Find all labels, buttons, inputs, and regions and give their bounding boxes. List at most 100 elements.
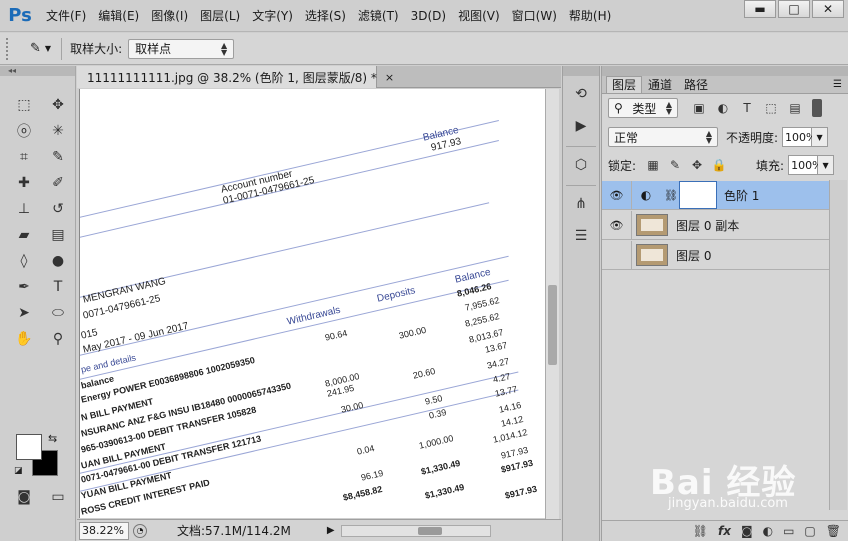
vertical-scrollbar[interactable] bbox=[545, 89, 559, 519]
filter-shape-icon[interactable]: ⬚ bbox=[762, 99, 780, 117]
history-icon[interactable]: ⟲ bbox=[566, 80, 596, 108]
new-layer-icon[interactable]: ▢ bbox=[804, 524, 815, 538]
panel-collapse-handle[interactable] bbox=[602, 66, 848, 76]
vertical-scroll-thumb[interactable] bbox=[548, 285, 557, 365]
panel-menu-icon[interactable]: ☰ bbox=[833, 79, 842, 90]
filter-adjustment-icon[interactable]: ◐ bbox=[714, 99, 732, 117]
menu-layer[interactable]: 图层(L) bbox=[194, 0, 246, 32]
panel-collapse-handle[interactable]: ◂◂ bbox=[0, 66, 75, 76]
filter-pixel-icon[interactable]: ▣ bbox=[690, 99, 708, 117]
brush-tool-icon[interactable]: ✐ bbox=[44, 172, 72, 194]
link-icon[interactable]: ⛓ bbox=[664, 189, 678, 202]
hand-tool-icon[interactable]: ✋ bbox=[10, 328, 38, 350]
lasso-tool-icon[interactable]: ⓞ bbox=[10, 120, 38, 142]
menu-filter[interactable]: 滤镜(T) bbox=[352, 0, 405, 32]
path-select-tool-icon[interactable]: ➤ bbox=[10, 302, 38, 324]
default-colors-icon[interactable]: ◪ bbox=[14, 466, 23, 476]
history-brush-tool-icon[interactable]: ↺ bbox=[44, 198, 72, 220]
quick-mask-icon[interactable]: ◙ bbox=[10, 486, 38, 508]
menu-help[interactable]: 帮助(H) bbox=[563, 0, 617, 32]
gradient-tool-icon[interactable]: ▤ bbox=[44, 224, 72, 246]
layers-scrollbar[interactable] bbox=[829, 180, 847, 510]
link-icon[interactable]: ⛓ bbox=[693, 524, 708, 538]
options-grip[interactable] bbox=[6, 37, 16, 60]
brush-presets-icon[interactable]: ⋔ bbox=[566, 190, 596, 218]
menu-3d[interactable]: 3D(D) bbox=[405, 0, 452, 32]
close-tab-icon[interactable]: × bbox=[385, 71, 394, 84]
maximize-button[interactable]: □ bbox=[778, 0, 810, 18]
lock-position-icon[interactable]: ✥ bbox=[688, 156, 706, 174]
tab-channels[interactable]: 通道 bbox=[642, 76, 678, 93]
menu-type[interactable]: 文字(Y) bbox=[246, 0, 299, 32]
healing-tool-icon[interactable]: ✚ bbox=[10, 172, 38, 194]
tab-paths[interactable]: 路径 bbox=[678, 76, 714, 93]
menu-window[interactable]: 窗口(W) bbox=[506, 0, 563, 32]
mask-icon[interactable]: ◙ bbox=[741, 524, 753, 538]
type-tool-icon[interactable]: T bbox=[44, 276, 72, 298]
horizontal-scroll-thumb[interactable] bbox=[417, 526, 442, 535]
sample-size-select[interactable]: 取样点 ▲ ▼ bbox=[128, 38, 235, 59]
magic-wand-tool-icon[interactable]: ✳ bbox=[44, 120, 72, 142]
actions-play-icon[interactable]: ▶ bbox=[566, 112, 596, 140]
zoom-field[interactable]: 38.22% bbox=[79, 521, 129, 540]
screen-mode-icon[interactable]: ▭ bbox=[44, 486, 72, 508]
zoom-tool-icon[interactable]: ⚲ bbox=[44, 328, 72, 350]
scan-balance: 4.27 bbox=[492, 371, 512, 385]
minimize-button[interactable]: ▬ bbox=[744, 0, 776, 18]
layer-row-levels[interactable]: 👁 ◐ ⛓ 色阶 1 bbox=[602, 180, 829, 210]
filter-kind-select[interactable]: ⚲ 类型 ▲ ▼ bbox=[608, 98, 678, 118]
info-menu-arrow-icon[interactable]: ▶ bbox=[327, 525, 335, 536]
document-tab[interactable]: 11111111111.jpg @ 38.2% (色阶 1, 图层蒙版/8) *… bbox=[77, 66, 394, 88]
horizontal-scrollbar[interactable] bbox=[340, 524, 491, 537]
visibility-toggle[interactable] bbox=[602, 240, 632, 270]
eraser-tool-icon[interactable]: ▰ bbox=[10, 224, 38, 246]
blend-mode-select[interactable]: 正常 ▲ ▼ bbox=[608, 127, 718, 147]
scan-balance: 8,255.62 bbox=[464, 311, 501, 329]
filter-smart-object-icon[interactable]: ▤ bbox=[786, 99, 804, 117]
baidu-watermark-url: jingyan.baidu.com bbox=[668, 496, 788, 511]
adjustments-sliders-icon[interactable]: ☰ bbox=[566, 222, 596, 250]
share-icon[interactable]: ◔ bbox=[133, 523, 147, 538]
eye-icon[interactable]: 👁 bbox=[602, 210, 632, 240]
dock-collapse-handle[interactable] bbox=[563, 66, 599, 76]
filter-type-icon[interactable]: T bbox=[738, 99, 756, 117]
adjustment-icon[interactable]: ◐ bbox=[763, 524, 773, 538]
lock-pixels-icon[interactable]: ✎ bbox=[666, 156, 684, 174]
tab-layers[interactable]: 图层 bbox=[606, 76, 643, 93]
pen-tool-icon[interactable]: ✒ bbox=[10, 276, 38, 298]
menu-file[interactable]: 文件(F) bbox=[40, 0, 92, 32]
fx-icon[interactable]: fx bbox=[718, 524, 731, 538]
photoshop-logo: Ps bbox=[8, 5, 32, 26]
menu-select[interactable]: 选择(S) bbox=[299, 0, 352, 32]
swap-colors-icon[interactable]: ⇆ bbox=[48, 432, 57, 445]
layer-row-copy[interactable]: 👁 图层 0 副本 bbox=[602, 210, 829, 240]
crop-tool-icon[interactable]: ⌗ bbox=[10, 146, 38, 168]
move-tool-icon[interactable]: ✥ bbox=[44, 94, 72, 116]
fill-input[interactable]: 100% bbox=[788, 155, 823, 175]
filter-toggle[interactable] bbox=[812, 99, 822, 117]
fill-dropdown-icon[interactable]: ▼ bbox=[818, 155, 835, 175]
layer-row-base[interactable]: 图层 0 bbox=[602, 240, 829, 270]
ellipse-tool-icon[interactable]: ⬭ bbox=[44, 302, 72, 324]
opacity-input[interactable]: 100% bbox=[782, 127, 817, 147]
trash-icon[interactable]: 🗑 bbox=[826, 524, 841, 538]
dodge-tool-icon[interactable]: ● bbox=[44, 250, 72, 272]
menu-image[interactable]: 图像(I) bbox=[145, 0, 194, 32]
eyedropper-tool-preset[interactable]: ✎ ▼ bbox=[30, 41, 51, 56]
marquee-tool-icon[interactable]: ⬚ bbox=[10, 94, 38, 116]
lock-all-icon[interactable]: 🔒 bbox=[710, 156, 728, 174]
eye-icon[interactable]: 👁 bbox=[602, 180, 632, 210]
document-canvas[interactable]: Balance 917.93 Account number 01-0071-04… bbox=[79, 89, 545, 518]
lock-transparent-icon[interactable]: ▦ bbox=[644, 156, 662, 174]
menu-view[interactable]: 视图(V) bbox=[452, 0, 506, 32]
menu-edit[interactable]: 编辑(E) bbox=[92, 0, 145, 32]
blur-tool-icon[interactable]: ◊ bbox=[10, 250, 38, 272]
foreground-color-swatch[interactable] bbox=[16, 434, 42, 460]
opacity-dropdown-icon[interactable]: ▼ bbox=[812, 127, 829, 147]
close-button[interactable]: ✕ bbox=[812, 0, 844, 18]
stamp-tool-icon[interactable]: ⊥ bbox=[10, 198, 38, 220]
folder-icon[interactable]: ▭ bbox=[783, 524, 794, 538]
3d-icon[interactable]: ⬡ bbox=[566, 151, 596, 179]
eyedropper-tool-icon[interactable]: ✎ bbox=[44, 146, 72, 168]
layer-mask-thumbnail[interactable] bbox=[678, 181, 717, 209]
